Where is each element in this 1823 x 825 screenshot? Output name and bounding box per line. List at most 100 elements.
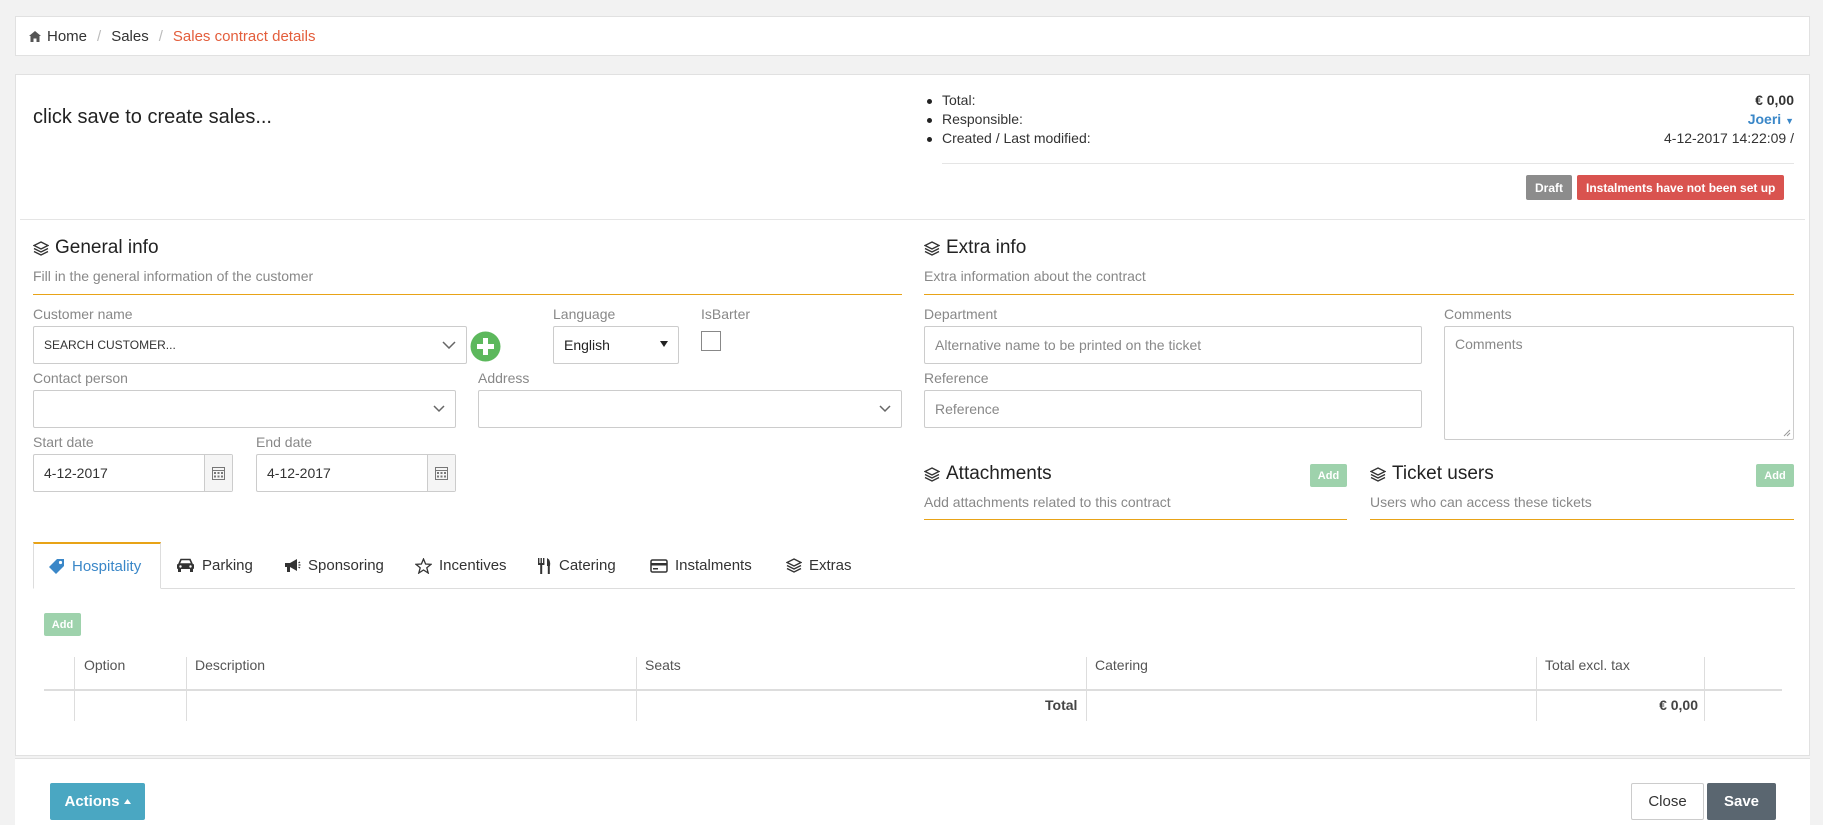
tab-catering[interactable]: Catering	[523, 542, 630, 589]
summary-responsible: Responsible: Joeri ▼	[926, 111, 1794, 130]
chevron-down-icon	[442, 341, 456, 349]
tab-instalments[interactable]: Instalments	[636, 542, 766, 589]
reference-input[interactable]: Reference	[924, 390, 1422, 428]
reference-label: Reference	[924, 370, 989, 386]
tab-label: Hospitality	[72, 557, 142, 575]
extra-info-header: Extra info	[924, 237, 1026, 259]
summary-total: Total: € 0,00	[926, 92, 1794, 111]
ticket-users-subtitle: Users who can access these tickets	[1370, 494, 1592, 510]
tab-label: Instalments	[675, 557, 752, 574]
add-attachment-button[interactable]: Add	[1310, 464, 1347, 487]
tag-icon	[48, 558, 65, 575]
section-divider	[924, 294, 1794, 295]
column-header-option[interactable]: Option	[84, 657, 125, 689]
column-header-catering[interactable]: Catering	[1095, 657, 1148, 689]
layers-icon	[786, 558, 802, 573]
tab-label: Catering	[559, 557, 616, 574]
column-header-description[interactable]: Description	[195, 657, 265, 689]
attachments-title: Attachments	[946, 463, 1052, 484]
end-date-label: End date	[256, 434, 313, 450]
customer-select[interactable]: SEARCH CUSTOMER...	[33, 326, 467, 364]
section-divider	[924, 519, 1347, 520]
summary-created: Created / Last modified: 4-12-2017 14:22…	[926, 130, 1794, 149]
language-select[interactable]: English	[553, 326, 679, 364]
divider	[20, 219, 1805, 220]
total-label: Total:	[942, 92, 976, 108]
status-badge-instalments: Instalments have not been set up	[1577, 175, 1785, 200]
end-date-field[interactable]: 4-12-2017	[256, 454, 456, 492]
table-total-value: € 0,00	[1659, 697, 1698, 713]
start-date-label: Start date	[33, 434, 94, 450]
attachments-header: Attachments	[924, 463, 1052, 485]
tab-label: Sponsoring	[308, 557, 384, 574]
divider	[942, 163, 1794, 164]
car-icon	[176, 558, 195, 573]
department-input[interactable]: Alternative name to be printed on the ti…	[924, 326, 1422, 364]
customer-select-value: SEARCH CUSTOMER...	[44, 338, 176, 352]
responsible-label: Responsible:	[942, 111, 1023, 127]
general-info-title: General info	[55, 237, 159, 258]
chevron-down-icon	[433, 405, 445, 413]
close-button[interactable]: Close	[1631, 783, 1704, 820]
caret-down-icon: ▼	[1785, 116, 1794, 126]
breadcrumb-separator: /	[158, 27, 163, 45]
customer-name-label: Customer name	[33, 306, 133, 322]
comments-textarea[interactable]: Comments	[1444, 326, 1794, 440]
section-divider	[33, 294, 902, 295]
tab-label: Parking	[202, 557, 253, 574]
tab-label: Extras	[809, 557, 852, 574]
credit-card-icon	[650, 558, 668, 573]
general-info-header: General info	[33, 237, 159, 259]
page-title: click save to create sales...	[33, 106, 272, 128]
layers-icon	[1370, 466, 1386, 482]
status-badge-draft: Draft	[1526, 175, 1573, 200]
contact-person-select[interactable]	[33, 390, 456, 428]
breadcrumb: Home / Sales / Sales contract details	[15, 16, 1810, 56]
tab-incentives[interactable]: Incentives	[401, 542, 521, 589]
star-icon	[415, 557, 432, 574]
column-header-seats[interactable]: Seats	[645, 657, 681, 689]
isbarter-label: IsBarter	[701, 306, 751, 322]
general-info-subtitle: Fill in the general information of the c…	[33, 268, 314, 284]
save-button[interactable]: Save	[1707, 783, 1776, 820]
tab-extras[interactable]: Extras	[772, 542, 866, 589]
tab-sponsoring[interactable]: Sponsoring	[269, 542, 398, 589]
department-label: Department	[924, 306, 998, 322]
add-ticket-user-button[interactable]: Add	[1756, 464, 1794, 487]
footer-bar	[15, 758, 1810, 825]
home-icon	[29, 30, 41, 42]
contact-person-label: Contact person	[33, 370, 128, 386]
breadcrumb-home[interactable]: Home	[47, 28, 87, 45]
column-header-total[interactable]: Total excl. tax	[1545, 657, 1630, 689]
breadcrumb-sales[interactable]: Sales	[111, 28, 149, 45]
actions-label: Actions	[64, 793, 120, 810]
language-select-value: English	[564, 337, 610, 353]
address-select[interactable]	[478, 390, 902, 428]
tab-hospitality[interactable]: Hospitality	[33, 542, 161, 589]
calendar-icon[interactable]	[204, 455, 232, 491]
isbarter-checkbox[interactable]	[701, 331, 721, 351]
start-date-field[interactable]: 4-12-2017	[33, 454, 233, 492]
resize-handle-icon[interactable]	[1783, 429, 1791, 437]
actions-button[interactable]: Actions	[50, 783, 145, 820]
extra-info-title: Extra info	[946, 237, 1027, 258]
layers-icon	[33, 240, 49, 256]
tab-parking[interactable]: Parking	[162, 542, 267, 589]
add-hospitality-button[interactable]: Add	[44, 613, 81, 636]
calendar-icon[interactable]	[427, 455, 455, 491]
ticket-users-title: Ticket users	[1392, 463, 1494, 484]
caret-down-icon	[660, 341, 668, 348]
department-placeholder: Alternative name to be printed on the ti…	[935, 337, 1202, 353]
caret-up-icon	[123, 799, 131, 804]
comments-placeholder: Comments	[1455, 336, 1523, 352]
layers-icon	[924, 466, 940, 482]
responsible-dropdown[interactable]: Joeri ▼	[1748, 111, 1794, 127]
breadcrumb-current: Sales contract details	[172, 27, 316, 45]
language-label: Language	[553, 306, 616, 322]
plus-circle-icon	[470, 331, 501, 362]
extra-info-subtitle: Extra information about the contract	[924, 268, 1146, 284]
created-value: 4-12-2017 14:22:09 /	[1664, 130, 1794, 146]
add-customer-button[interactable]	[470, 331, 501, 362]
total-value: € 0,00	[1755, 92, 1794, 108]
comments-label: Comments	[1444, 306, 1512, 322]
